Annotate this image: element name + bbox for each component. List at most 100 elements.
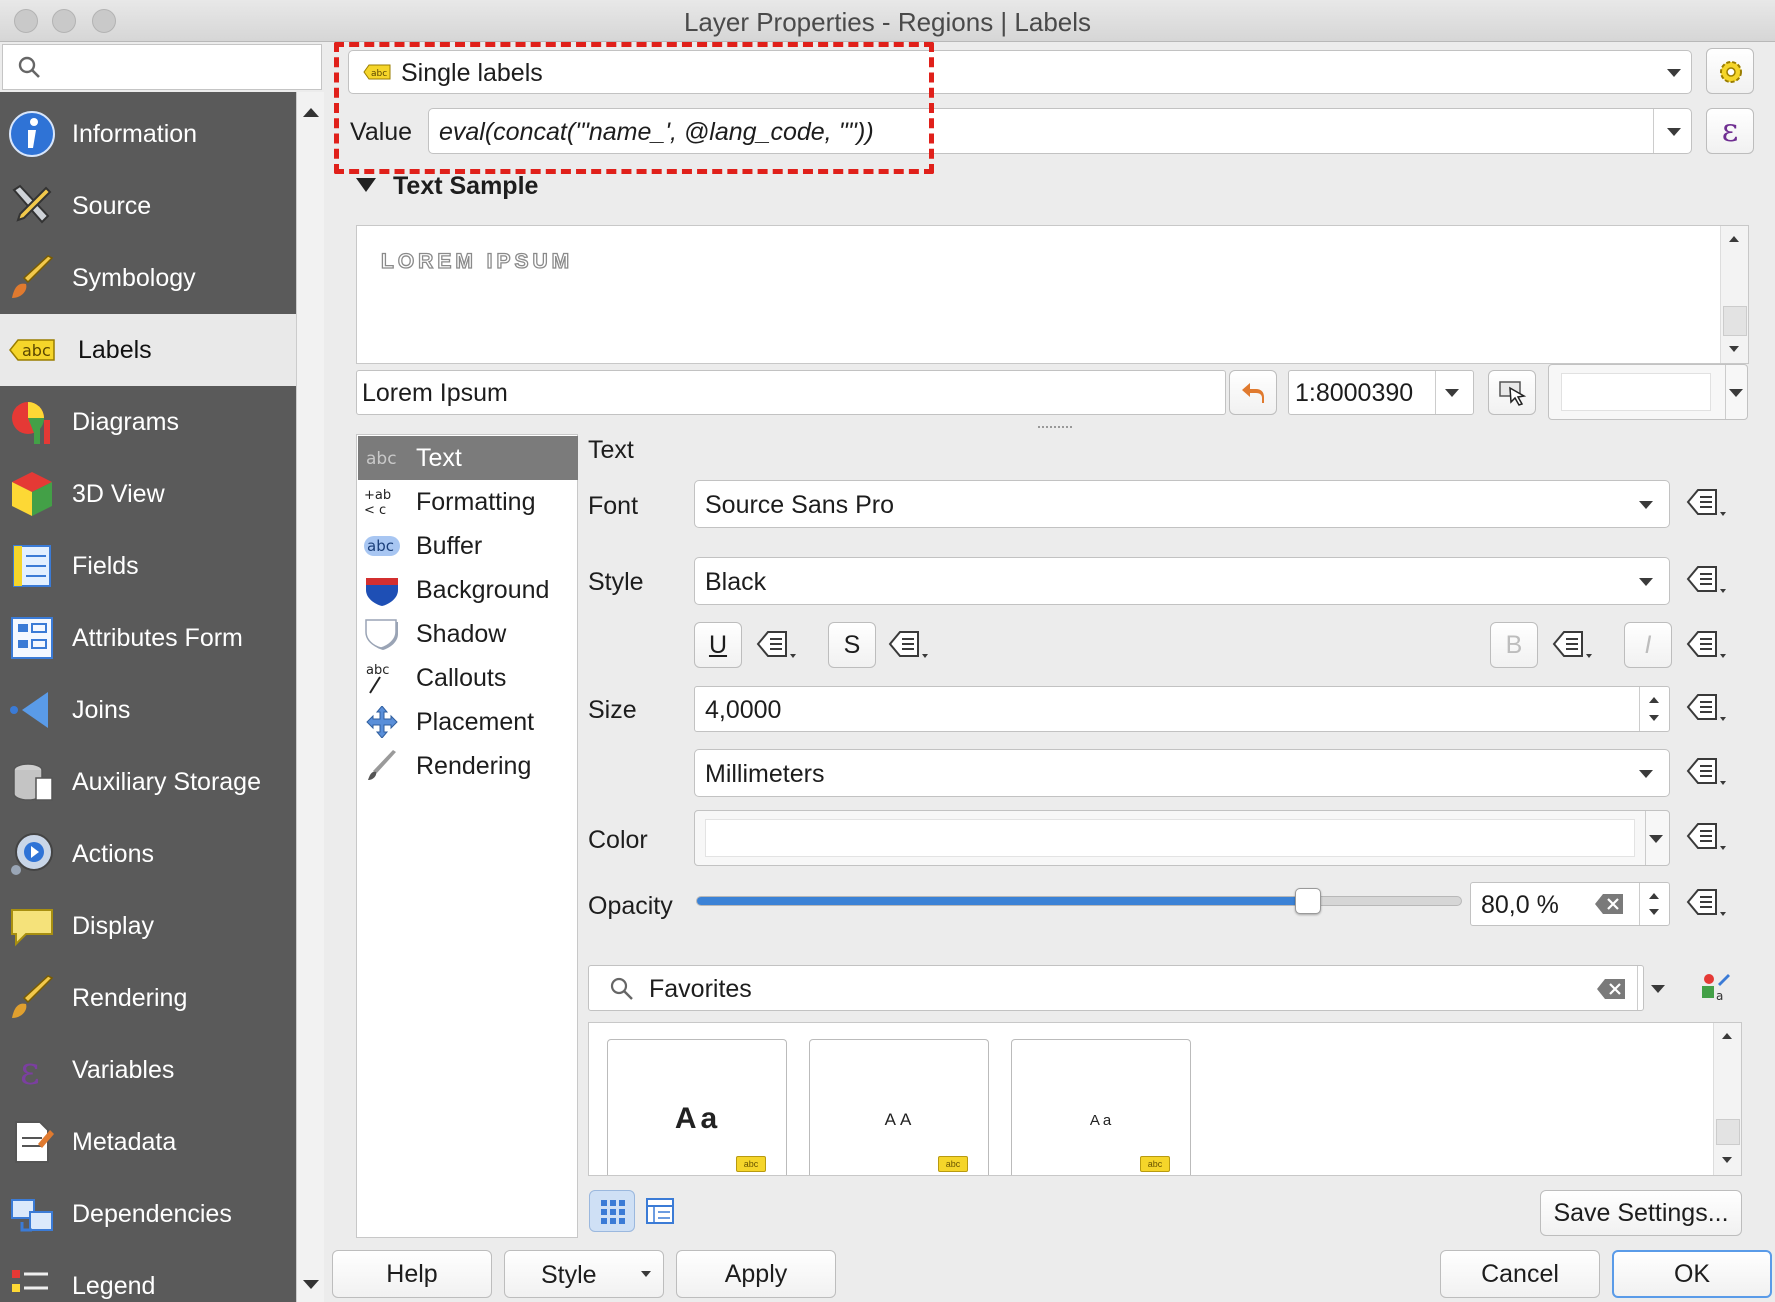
tab-background[interactable]: Background [358,568,578,612]
buffer-icon: abc [364,536,400,556]
opacity-spinbox[interactable]: 80,0 % [1470,882,1670,926]
legend-icon [12,1270,48,1292]
sidebar-item-dependencies[interactable]: Dependencies [0,1178,296,1250]
sidebar-item-auxiliary-storage[interactable]: Auxiliary Storage [0,746,296,818]
clear-icon[interactable] [1595,894,1623,914]
data-defined-override-icon[interactable] [1686,628,1730,662]
data-defined-override-icon[interactable] [1686,563,1730,597]
ok-button[interactable]: OK [1612,1250,1772,1298]
scroll-up-arrow-icon[interactable] [1722,1033,1732,1039]
sidebar-item-fields[interactable]: Fields [0,530,296,602]
help-button[interactable]: Help [332,1250,492,1298]
cancel-button[interactable]: Cancel [1440,1250,1600,1298]
undo-arrow-icon [1242,383,1264,403]
style-select[interactable]: Black [694,557,1670,605]
sidebar-item-attributes-form[interactable]: Attributes Form [0,602,296,674]
reset-sample-button[interactable] [1229,370,1277,415]
underline-button[interactable]: U [694,622,742,668]
sidebar-item-variables[interactable]: ε Variables [0,1034,296,1106]
decrease-arrow-icon[interactable] [1649,909,1659,915]
sidebar-search-input[interactable] [2,44,322,90]
scroll-up-arrow-icon[interactable] [1729,236,1739,242]
tab-buffer[interactable]: abc Buffer [358,524,578,568]
opacity-label: Opacity [588,892,673,920]
sidebar-item-labels[interactable]: abc Labels [0,314,296,386]
sidebar-item-3d-view[interactable]: 3D View [0,458,296,530]
text-sample-heading: Text Sample [393,172,539,200]
chevron-down-icon [1639,770,1653,778]
sidebar-item-actions[interactable]: Actions [0,818,296,890]
sample-text-input[interactable]: Lorem Ipsum [356,370,1226,415]
icon-view-button[interactable] [589,1190,635,1232]
tab-text[interactable]: abc Text [358,436,578,480]
style-tile[interactable]: AA abc [809,1039,989,1175]
data-defined-override-icon[interactable] [1686,820,1730,854]
preview-scrollbar[interactable] [1720,226,1748,363]
sidebar-item-rendering[interactable]: Rendering [0,962,296,1034]
info-icon [9,111,55,157]
scroll-up-arrow-icon[interactable] [303,108,319,117]
gallery-scrollbar[interactable] [1713,1023,1741,1175]
tab-formatting[interactable]: +ab < c Formatting [358,480,578,524]
collapse-triangle-icon[interactable] [356,178,376,192]
bold-button[interactable]: B [1490,622,1538,668]
sidebar-item-display[interactable]: Display [0,890,296,962]
scroll-thumb[interactable] [1723,306,1747,336]
data-defined-override-icon[interactable] [756,628,800,662]
data-defined-override-icon[interactable] [1552,628,1596,662]
database-icon [13,763,53,801]
increase-arrow-icon[interactable] [1649,893,1659,899]
text-color-select[interactable] [694,810,1670,866]
sidebar-item-diagrams[interactable]: Diagrams [0,386,296,458]
font-select[interactable]: Source Sans Pro [694,480,1670,528]
scroll-thumb[interactable] [1716,1119,1740,1145]
apply-button[interactable]: Apply [676,1250,836,1298]
scroll-down-arrow-icon[interactable] [1722,1157,1732,1163]
decrease-arrow-icon[interactable] [1649,715,1659,721]
sidebar-item-legend[interactable]: Legend [0,1250,296,1302]
chevron-down-icon[interactable] [1651,985,1665,993]
style-tile[interactable]: Aa abc [1011,1039,1191,1175]
clear-icon[interactable] [1597,979,1625,999]
sidebar-item-metadata[interactable]: Metadata [0,1106,296,1178]
tab-callouts[interactable]: abc Callouts [358,656,578,700]
sidebar-item-information[interactable]: Information [0,98,296,170]
italic-button[interactable]: I [1624,622,1672,668]
style-filter-input[interactable]: Favorites [588,965,1644,1011]
data-defined-override-icon[interactable] [1686,755,1730,789]
opacity-slider-thumb[interactable] [1295,888,1322,914]
cube-icon [12,472,52,516]
scroll-down-arrow-icon[interactable] [303,1280,319,1289]
size-unit-select[interactable]: Millimeters [694,749,1670,797]
strikeout-button[interactable]: S [828,622,876,668]
tab-rendering[interactable]: Rendering [358,744,578,788]
sidebar-scrollbar[interactable] [296,92,324,1302]
rule-settings-button[interactable] [1706,48,1754,94]
save-settings-button[interactable]: Save Settings... [1540,1190,1742,1236]
data-defined-override-icon[interactable] [1686,886,1730,920]
sidebar-item-joins[interactable]: Joins [0,674,296,746]
sidebar-item-source[interactable]: Source [0,170,296,242]
size-spinbox[interactable]: 4,0000 [694,686,1670,732]
background-color-select[interactable] [1548,364,1748,420]
data-defined-override-icon[interactable] [888,628,932,662]
placement-icon [366,706,398,738]
scroll-down-arrow-icon[interactable] [1729,346,1739,352]
style-menu-button[interactable]: Style [504,1250,664,1298]
increase-arrow-icon[interactable] [1649,697,1659,703]
splitter-handle[interactable] [1038,426,1072,429]
scale-select[interactable]: 1:8000390 [1288,370,1474,415]
expression-builder-button[interactable]: ε [1706,108,1754,154]
opacity-slider[interactable] [696,888,1462,914]
formatting-icon: +ab< c [364,488,391,518]
sidebar-item-symbology[interactable]: Symbology [0,242,296,314]
list-view-icon[interactable] [646,1198,674,1224]
style-tile[interactable]: Aa abc [607,1039,787,1175]
data-defined-override-icon[interactable] [1686,486,1730,520]
tab-placement[interactable]: Placement [358,700,578,744]
pick-scale-button[interactable] [1488,370,1536,415]
dependencies-icon [11,1199,53,1232]
style-manager-icon[interactable]: a [1700,972,1730,1002]
tab-shadow[interactable]: Shadow [358,612,578,656]
data-defined-override-icon[interactable] [1686,691,1730,725]
